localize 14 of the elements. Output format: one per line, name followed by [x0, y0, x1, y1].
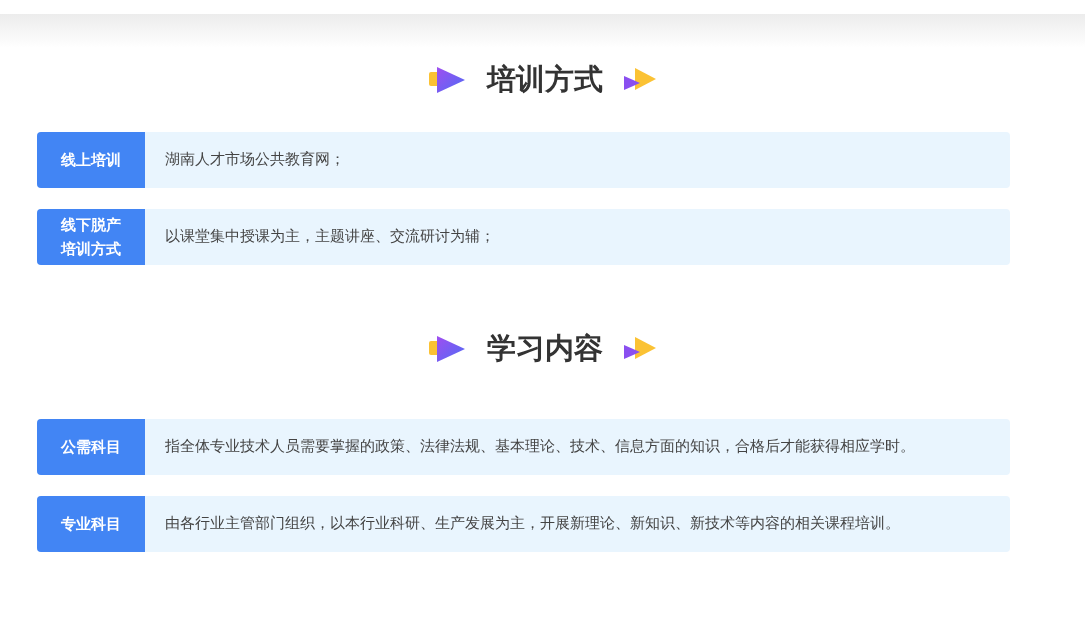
- row-text: 指全体专业技术人员需要掌握的政策、法律法规、基本理论、技术、信息方面的知识，合格后才能获得相应学时。: [164, 437, 915, 457]
- section-title: 学习内容: [486, 330, 603, 368]
- play-arrow-icon: [622, 336, 657, 362]
- row-label: 线下脱产培训方式: [37, 209, 145, 265]
- play-arrow-icon: [428, 334, 467, 364]
- row-label: 公需科目: [37, 419, 145, 475]
- section-title: 培训方式: [486, 61, 603, 99]
- row-text: 湖南人才市场公共教育网；: [164, 150, 345, 170]
- row-label: 专业科目: [37, 496, 145, 552]
- play-arrow-icon: [428, 65, 467, 95]
- row-text: 以课堂集中授课为主，主题讲座、交流研讨为辅；: [164, 227, 495, 247]
- row-label: 线上培训: [37, 132, 145, 188]
- play-arrow-icon: [622, 67, 657, 93]
- row-text: 由各行业主管部门组织，以本行业科研、生产发展为主，开展新理论、新知识、新技术等内容的相关课程培训。: [164, 514, 900, 534]
